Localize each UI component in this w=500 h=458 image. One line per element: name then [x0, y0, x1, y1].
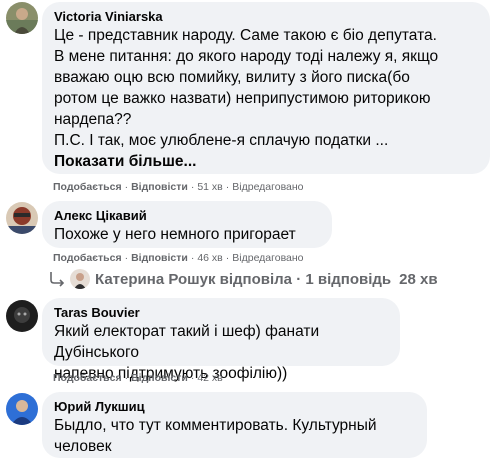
avatar[interactable]: [6, 202, 38, 234]
comment-actions: Подобається · Відповісти · 42 хв: [53, 372, 223, 384]
comment-bubble: Юрий Лукшиц Быдло, что тут комментироват…: [42, 392, 427, 458]
edited-label: Відредаговано: [232, 181, 304, 193]
comment-time[interactable]: 42 хв: [197, 372, 222, 384]
replier-avatar: [70, 269, 90, 289]
reply-summary[interactable]: Катерина Рошук відповіла · 1 відповідь: [95, 271, 391, 288]
reply-button[interactable]: Відповісти: [131, 372, 188, 384]
comment-author[interactable]: Victoria Viniarska: [54, 8, 478, 25]
user-photo-icon: [6, 300, 38, 332]
comment-author[interactable]: Taras Bouvier: [54, 304, 388, 321]
view-replies-link[interactable]: Катерина Рошук відповіла · 1 відповідь 2…: [48, 266, 438, 292]
user-photo-icon: [6, 393, 38, 425]
like-button[interactable]: Подобається: [53, 181, 122, 193]
avatar[interactable]: [6, 300, 38, 332]
user-photo-icon: [6, 202, 38, 234]
comment-bubble: Victoria Viniarska Це - представник наро…: [42, 2, 490, 174]
reply-time: 28 хв: [399, 270, 438, 288]
avatar[interactable]: [6, 2, 38, 34]
user-photo-icon: [6, 2, 38, 34]
reply-button[interactable]: Відповісти: [131, 181, 188, 193]
comment-text: Похоже у него немного пригорает: [54, 226, 296, 243]
comment-time[interactable]: 46 хв: [197, 252, 222, 264]
like-button[interactable]: Подобається: [53, 372, 122, 384]
reply-arrow-icon: [50, 272, 65, 287]
comment-author[interactable]: Алекс Цікавий: [54, 207, 320, 224]
comment-actions: Подобається · Відповісти · 46 хв · Відредагова…: [53, 252, 304, 264]
comment-bubble: Taras Bouvier Який електорат такий і шеф…: [42, 298, 400, 382]
comment-actions: Подобається · Відповісти · 51 хв · Відредагова…: [53, 181, 304, 193]
comment-text: Быдло, что тут комментировать. Культурны…: [54, 417, 377, 455]
user-photo-icon: [70, 269, 90, 289]
edited-label: Відредаговано: [232, 252, 304, 264]
like-button[interactable]: Подобається: [53, 252, 122, 264]
show-more-link[interactable]: Показати більше...: [54, 151, 478, 172]
reply-button[interactable]: Відповісти: [131, 252, 188, 264]
comment-text: Це - представник народу. Саме такою є бі…: [54, 27, 439, 149]
comment-bubble: Алекс Цікавий Похоже у него немного приг…: [42, 201, 332, 248]
comment-time[interactable]: 51 хв: [197, 181, 222, 193]
comment-author[interactable]: Юрий Лукшиц: [54, 398, 415, 415]
avatar[interactable]: [6, 393, 38, 425]
